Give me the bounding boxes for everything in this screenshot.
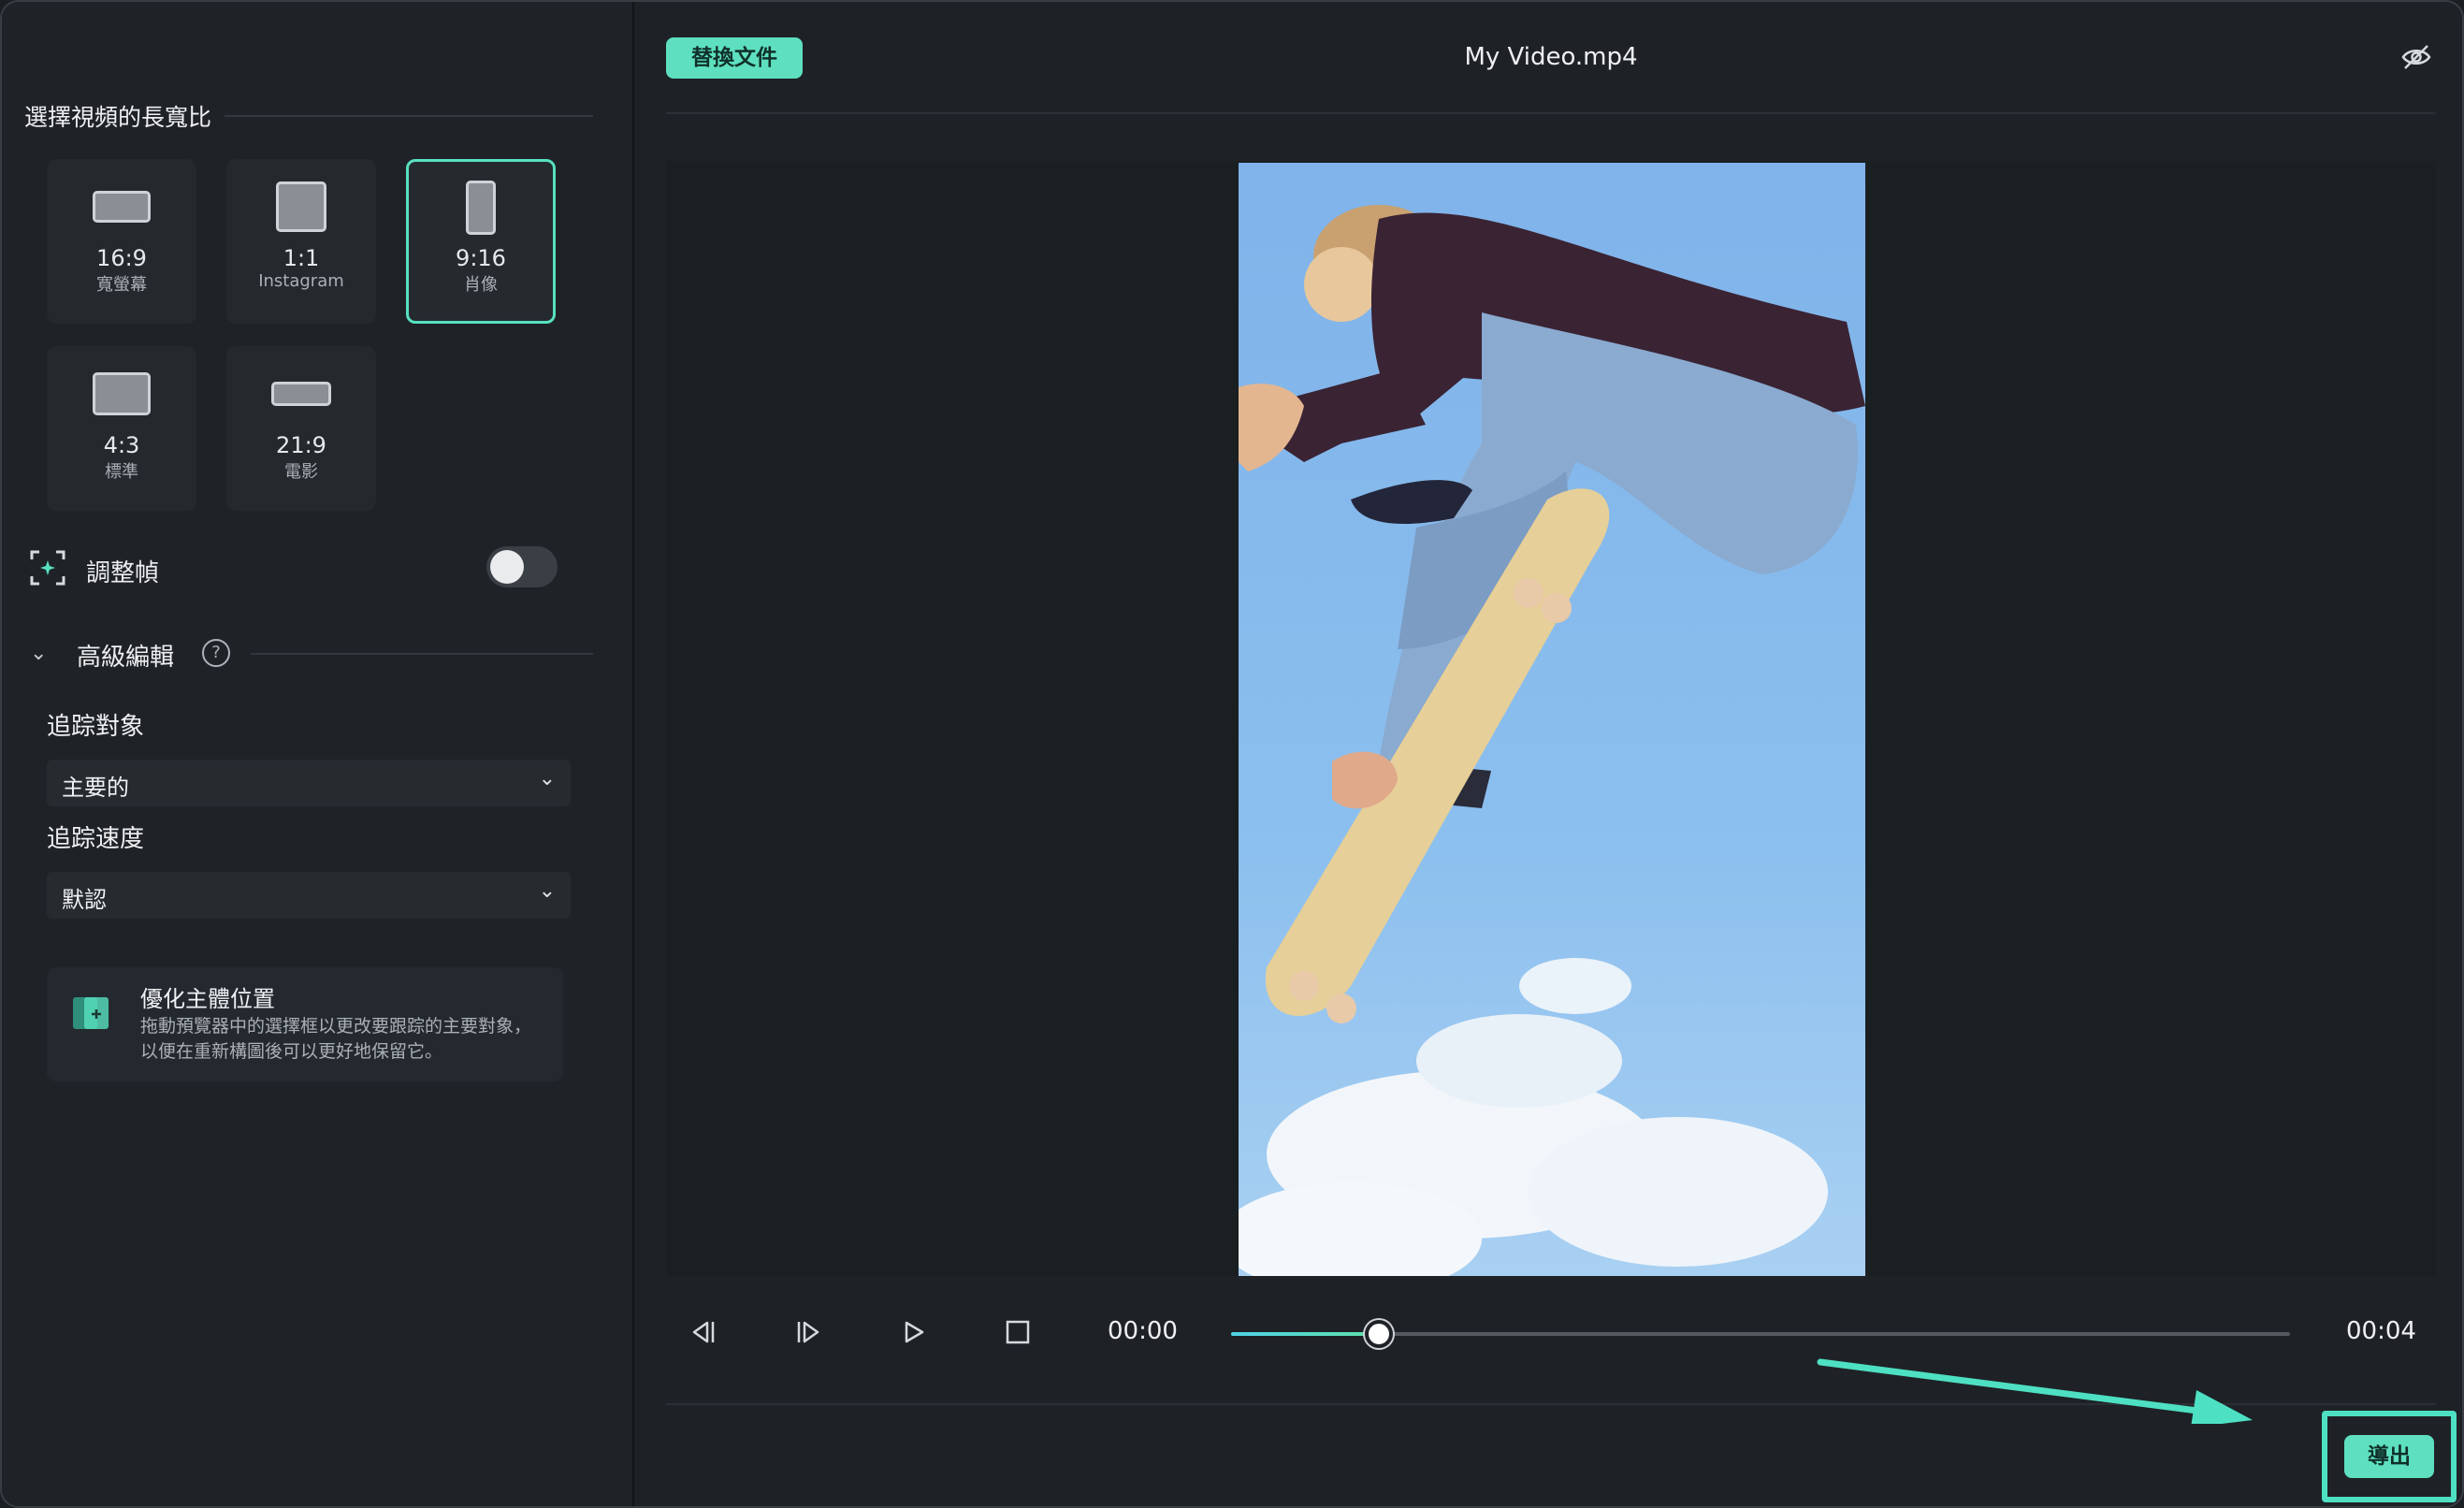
- aspect-ratio-title: 選擇視頻的長寬比: [24, 104, 212, 131]
- chevron-down-icon[interactable]: ⌄: [30, 642, 47, 665]
- next-frame-icon[interactable]: [790, 1313, 827, 1351]
- track-speed-label: 追踪速度: [47, 825, 145, 853]
- tip-card: 優化主體位置 拖動預覽器中的選擇框以更改要跟踪的主要對象，以便在重新構圖後可以更…: [47, 967, 563, 1081]
- export-highlight: 導出: [2322, 1411, 2457, 1502]
- ratio-sub: 肖像: [464, 275, 498, 295]
- frame-adjust-icon: [30, 550, 65, 586]
- tip-icon: [73, 997, 109, 1029]
- current-time: 00:00: [1108, 1317, 1178, 1345]
- adjust-frame-label: 調整幀: [86, 559, 160, 587]
- ratio-4-3-icon: [93, 372, 151, 415]
- ratio-option-4-3[interactable]: 4:3 標準: [47, 346, 196, 511]
- timeline-progress: [1231, 1332, 1380, 1336]
- toggle-knob: [490, 550, 524, 584]
- ratio-option-1-1[interactable]: 1:1 Instagram: [226, 159, 376, 324]
- timeline-slider[interactable]: [1231, 1320, 2290, 1348]
- ratio-16-9-icon: [93, 191, 151, 223]
- play-icon[interactable]: [894, 1313, 932, 1351]
- divider: [225, 115, 593, 117]
- ratio-title: 4:3: [103, 432, 140, 458]
- divider: [666, 112, 2436, 114]
- track-speed-value: 默認: [62, 887, 107, 913]
- ratio-sub: 電影: [284, 462, 318, 482]
- tip-title: 優化主體位置: [140, 986, 275, 1012]
- total-time: 00:04: [2346, 1317, 2416, 1345]
- divider: [251, 653, 593, 655]
- prev-frame-icon[interactable]: [685, 1313, 722, 1351]
- chevron-down-icon: ⌄: [538, 879, 556, 903]
- help-icon[interactable]: ?: [202, 639, 230, 667]
- video-preview-area: [666, 161, 2436, 1276]
- annotation-arrow-icon: [1817, 1358, 2253, 1424]
- ratio-sub: Instagram: [258, 271, 344, 291]
- ratio-sub: 寬螢幕: [96, 275, 147, 295]
- preview-panel: 替換文件 My Video.mp4 00:00 00:04 導出: [636, 2, 2462, 1506]
- ratio-option-21-9[interactable]: 21:9 電影: [226, 346, 376, 511]
- eye-off-icon[interactable]: [2400, 43, 2432, 71]
- settings-panel: 選擇視頻的長寬比 16:9 寬螢幕 1:1 Instagram 9:16 肖像 …: [2, 2, 634, 1506]
- tip-description: 拖動預覽器中的選擇框以更改要跟踪的主要對象，以便在重新構圖後可以更好地保留它。: [140, 1016, 532, 1062]
- ratio-21-9-icon: [271, 382, 331, 406]
- ratio-title: 9:16: [456, 245, 506, 271]
- ratio-title: 21:9: [276, 432, 326, 458]
- adjust-frame-row: 調整幀: [30, 544, 558, 593]
- ratio-option-9-16[interactable]: 9:16 肖像: [406, 159, 556, 324]
- ratio-1-1-icon: [276, 181, 326, 232]
- app-window: 選擇視頻的長寬比 16:9 寬螢幕 1:1 Instagram 9:16 肖像 …: [0, 0, 2464, 1508]
- file-title: My Video.mp4: [1464, 43, 1638, 71]
- stop-icon[interactable]: [999, 1313, 1036, 1351]
- track-target-label: 追踪對象: [47, 713, 145, 741]
- ratio-sub: 標準: [105, 462, 138, 482]
- timeline-thumb[interactable]: [1365, 1320, 1394, 1348]
- track-speed-select[interactable]: 默認 ⌄: [47, 872, 571, 919]
- track-target-select[interactable]: 主要的 ⌄: [47, 760, 571, 806]
- ratio-option-16-9[interactable]: 16:9 寬螢幕: [47, 159, 196, 324]
- advanced-edit-label[interactable]: 高級編輯: [77, 638, 174, 673]
- track-target-value: 主要的: [62, 775, 129, 801]
- chevron-down-icon: ⌄: [538, 767, 556, 790]
- adjust-frame-toggle[interactable]: [486, 546, 558, 587]
- ratio-title: 1:1: [283, 245, 320, 271]
- ratio-title: 16:9: [96, 245, 147, 271]
- video-frame[interactable]: [1239, 163, 1865, 1276]
- export-button[interactable]: 導出: [2344, 1435, 2434, 1478]
- ratio-9-16-icon: [466, 181, 496, 235]
